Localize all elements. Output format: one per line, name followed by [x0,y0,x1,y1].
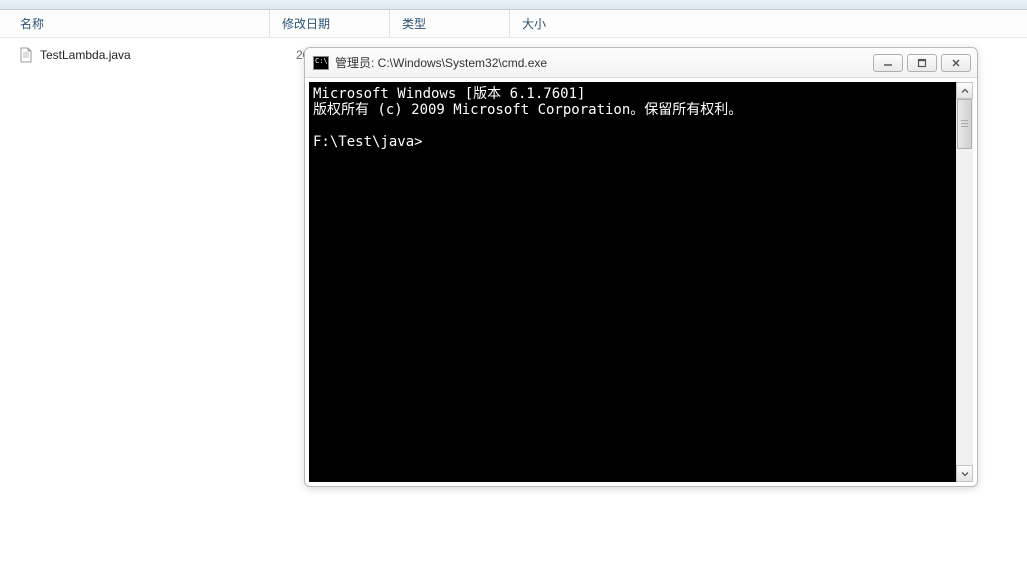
cmd-prompt: F:\Test\java> [313,134,423,150]
column-headers: 名称 修改日期 类型 大小 [0,10,1027,38]
maximize-icon [917,58,927,68]
scrollbar-thumb[interactable] [957,99,972,149]
cmd-line: 版权所有 (c) 2009 Microsoft Corporation。保留所有… [313,102,742,118]
maximize-button[interactable] [907,54,937,72]
file-name: TestLambda.java [40,48,286,62]
scrollbar-down-button[interactable] [956,465,973,482]
minimize-icon [883,58,893,68]
close-button[interactable] [941,54,971,72]
column-header-type[interactable]: 类型 [390,10,510,37]
cmd-title: 管理员: C:\Windows\System32\cmd.exe [335,54,873,71]
close-icon [951,58,961,68]
chevron-up-icon [961,87,969,95]
column-header-name[interactable]: 名称 [0,10,270,37]
window-buttons [873,54,971,72]
chevron-down-icon [961,470,969,478]
cmd-body: Microsoft Windows [版本 6.1.7601] 版权所有 (c)… [309,82,973,482]
minimize-button[interactable] [873,54,903,72]
cmd-icon [313,56,329,70]
explorer-top-bar [0,0,1027,10]
scrollbar-track[interactable] [956,99,973,465]
scrollbar-up-button[interactable] [956,82,973,99]
cmd-content[interactable]: Microsoft Windows [版本 6.1.7601] 版权所有 (c)… [309,82,956,482]
column-header-size[interactable]: 大小 [510,10,630,37]
file-icon [18,47,34,63]
cmd-scrollbar[interactable] [956,82,973,482]
cmd-titlebar[interactable]: 管理员: C:\Windows\System32\cmd.exe [305,48,977,78]
cmd-window[interactable]: 管理员: C:\Windows\System32\cmd.exe Microso… [304,47,978,487]
cmd-line: Microsoft Windows [版本 6.1.7601] [313,86,585,102]
column-header-date[interactable]: 修改日期 [270,10,390,37]
